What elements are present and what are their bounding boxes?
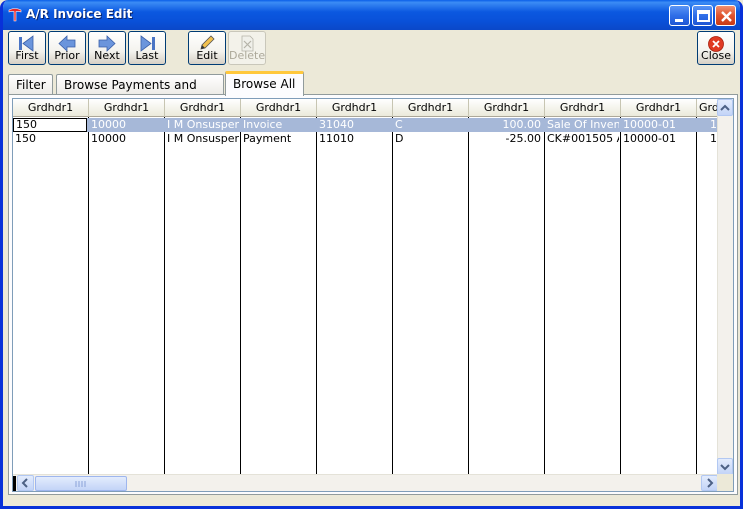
grid-cell[interactable]: 1 — [697, 132, 719, 146]
grid-cell[interactable]: D — [393, 132, 467, 146]
grip-icon — [75, 481, 86, 487]
column-divider — [240, 117, 241, 475]
tab-strip: Filter Browse Payments and JE's Browse A… — [8, 71, 738, 112]
table-row[interactable]: 150 10000 I M Onsuspens Invoice 31040 C … — [13, 118, 719, 132]
chevron-left-icon — [21, 478, 28, 488]
maximize-button[interactable] — [692, 5, 713, 26]
grid-cell[interactable]: 100.00 — [469, 118, 543, 132]
edit-button[interactable]: Edit — [188, 31, 226, 65]
column-header[interactable]: Grdhdr1 — [165, 99, 241, 117]
tab-panel-browse-all: Grdhdr1 Grdhdr1 Grdhdr1 Grdhdr1 Grdhdr1 … — [8, 94, 738, 495]
grid-cell[interactable]: Invoice — [241, 118, 315, 132]
column-divider — [468, 117, 469, 475]
window-close-button[interactable] — [715, 5, 736, 26]
scroll-thumb[interactable] — [35, 476, 127, 491]
data-grid[interactable]: Grdhdr1 Grdhdr1 Grdhdr1 Grdhdr1 Grdhdr1 … — [12, 98, 734, 492]
red-t-icon — [6, 6, 24, 24]
scroll-down-button[interactable] — [717, 458, 733, 475]
minimize-icon — [675, 19, 683, 22]
record-indicator — [13, 476, 16, 491]
grid-cell[interactable]: I M Onsuspens — [165, 118, 239, 132]
column-header[interactable]: Grdhdr1 — [13, 99, 89, 117]
grid-cell[interactable]: 10000 — [89, 132, 163, 146]
next-button[interactable]: Next — [88, 31, 126, 65]
last-button[interactable]: Last — [128, 31, 166, 65]
column-header[interactable]: Grdhdr1 — [621, 99, 697, 117]
column-header[interactable]: Grdhdr1 — [89, 99, 165, 117]
column-divider — [696, 117, 697, 475]
tab-browse-all[interactable]: Browse All — [225, 71, 304, 96]
column-divider — [544, 117, 545, 475]
grid-cell[interactable]: -25.00 — [469, 132, 543, 146]
chevron-up-icon — [720, 104, 730, 111]
grid-cell[interactable]: Sale Of Invento — [545, 118, 619, 132]
grid-cell[interactable]: 10000-01 — [621, 132, 695, 146]
column-divider — [164, 117, 165, 475]
scroll-left-button[interactable] — [17, 475, 34, 491]
column-divider — [620, 117, 621, 475]
column-divider — [316, 117, 317, 475]
minimize-button[interactable] — [669, 5, 690, 26]
column-divider — [88, 117, 89, 475]
scroll-corner — [717, 474, 733, 491]
grid-cell[interactable]: Payment — [241, 132, 315, 146]
chevron-right-icon — [707, 478, 714, 488]
grid-cell[interactable]: 150 — [13, 132, 87, 146]
column-header[interactable]: Grdhdr1 — [545, 99, 621, 117]
chevron-down-icon — [720, 464, 730, 471]
scroll-right-button[interactable] — [701, 475, 718, 491]
column-divider — [392, 117, 393, 475]
column-header[interactable]: Grdhdr1 — [393, 99, 469, 117]
column-header[interactable]: Grdhdr1 — [469, 99, 545, 117]
grid-cell[interactable]: 31040 — [317, 118, 391, 132]
app-window: A/R Invoice Edit First Prior Next Last E… — [0, 0, 743, 509]
grid-cell[interactable]: C — [393, 118, 467, 132]
vertical-scrollbar[interactable] — [717, 99, 733, 475]
maximize-icon — [697, 10, 710, 22]
close-button[interactable]: Close — [697, 31, 735, 65]
tab-browse-payments[interactable]: Browse Payments and JE's — [56, 74, 224, 112]
grid-cell[interactable]: 10000 — [89, 118, 163, 132]
grid-cell[interactable]: CK#001505 AR — [545, 132, 619, 146]
table-row[interactable]: 150 10000 I M Onsuspens Payment 11010 D … — [13, 132, 719, 146]
grid-cell[interactable]: 10000-01 — [621, 118, 695, 132]
title-bar[interactable]: A/R Invoice Edit — [3, 0, 740, 30]
close-icon — [721, 11, 732, 22]
grid-cell[interactable]: I M Onsuspens — [165, 132, 239, 146]
grid-cell[interactable]: 150 — [13, 118, 87, 132]
column-header[interactable]: Grdhdr1 — [317, 99, 393, 117]
tab-filter[interactable]: Filter — [8, 74, 53, 95]
toolbar: First Prior Next Last Edit Delete Close — [3, 27, 740, 67]
window-title: A/R Invoice Edit — [26, 7, 133, 21]
grid-cell[interactable]: 11010 — [317, 132, 391, 146]
column-header[interactable]: Grdh — [697, 99, 719, 117]
prior-button[interactable]: Prior — [48, 31, 86, 65]
horizontal-scrollbar[interactable] — [13, 474, 719, 491]
scroll-up-button[interactable] — [717, 99, 733, 116]
grid-cell[interactable]: 1 — [697, 118, 719, 132]
column-header[interactable]: Grdhdr1 — [241, 99, 317, 117]
grid-header: Grdhdr1 Grdhdr1 Grdhdr1 Grdhdr1 Grdhdr1 … — [13, 99, 719, 117]
first-button[interactable]: First — [8, 31, 46, 65]
delete-button[interactable]: Delete — [228, 31, 266, 65]
